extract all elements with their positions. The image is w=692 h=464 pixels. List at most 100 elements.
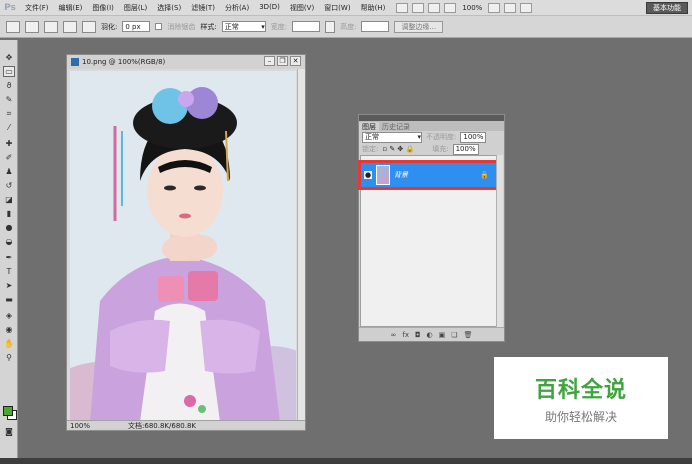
link-layers-icon[interactable]: ∞ — [391, 331, 397, 339]
new-layer-icon[interactable]: ❏ — [451, 331, 457, 339]
healing-brush-tool-icon[interactable]: ✚ — [3, 138, 15, 149]
hand-tool-icon[interactable]: ✋ — [3, 338, 15, 349]
menu-items: 文件(F) 编辑(E) 图像(I) 图层(L) 选择(S) 滤镜(T) 分析(A… — [20, 3, 390, 13]
3d-orbit-tool-icon[interactable]: ◉ — [3, 324, 15, 335]
antialias-checkbox[interactable] — [155, 23, 163, 30]
intersect-selection-icon[interactable] — [82, 20, 96, 33]
quick-select-tool-icon[interactable]: ✎ — [3, 94, 15, 105]
add-selection-icon[interactable] — [44, 20, 58, 33]
gradient-tool-icon[interactable]: ▮ — [3, 208, 15, 219]
layer-mask-icon[interactable]: ◘ — [415, 331, 421, 339]
toolbox: ✥ ▭ ϑ ✎ ⌗ ⁄ ✚ ✐ ♟ ↺ ◪ ▮ ● ◒ ✒ T ➤ ▬ ◈ ◉ … — [0, 40, 18, 460]
document-info[interactable]: 文档:680.8K/680.8K — [128, 421, 196, 431]
menu-3d[interactable]: 3D(D) — [254, 3, 285, 13]
options-bar: 羽化: 0 px 消除锯齿 样式: 正常 ▾ 宽度: 高度: 调整边缘... — [0, 16, 692, 38]
minibridge-button[interactable] — [412, 2, 425, 13]
view-extras-icon[interactable] — [488, 2, 501, 13]
bridge-button[interactable] — [396, 2, 409, 13]
feather-label: 羽化: — [101, 22, 118, 31]
eraser-tool-icon[interactable]: ◪ — [3, 194, 15, 205]
document-window: 10.png @ 100%(RGB/8) – ❐ ✕ 100% 文档:680.8… — [66, 54, 306, 431]
opacity-label: 不透明度: — [426, 133, 457, 141]
swap-dimensions-icon[interactable] — [325, 20, 336, 33]
new-selection-icon[interactable] — [25, 20, 39, 33]
foreground-color-swatch[interactable] — [3, 406, 13, 416]
chevron-down-icon: ▾ — [417, 133, 421, 141]
layers-panel-footer: ∞ fx ◘ ◐ ▣ ❏ 🗑 — [359, 327, 504, 341]
eyedropper-tool-icon[interactable]: ⁄ — [3, 122, 15, 133]
crop-tool-icon[interactable]: ⌗ — [3, 108, 15, 119]
move-tool-icon[interactable]: ✥ — [3, 52, 15, 63]
type-tool-icon[interactable]: T — [3, 266, 15, 277]
subtract-selection-icon[interactable] — [63, 20, 77, 33]
menu-edit[interactable]: 编辑(E) — [54, 3, 88, 13]
layers-list: ● 背景 🔒 — [358, 155, 503, 327]
new-group-icon[interactable]: ▣ — [439, 331, 446, 339]
app-logo: Ps — [4, 2, 16, 13]
tab-history[interactable]: 历史记录 — [379, 122, 413, 131]
rect-marquee-tool-icon[interactable]: ▭ — [3, 66, 15, 77]
blend-mode-select[interactable]: 正常 ▾ — [362, 131, 422, 143]
menu-image[interactable]: 图像(I) — [87, 3, 119, 13]
shape-tool-icon[interactable]: ▬ — [3, 294, 15, 305]
lock-icons[interactable]: ▫ ✎ ✥ 🔒 — [382, 145, 414, 153]
lock-label: 锁定: — [362, 145, 379, 153]
menu-layer[interactable]: 图层(L) — [119, 3, 152, 13]
marquee-tool-icon[interactable] — [6, 20, 20, 33]
menu-window[interactable]: 窗口(W) — [319, 3, 355, 13]
close-icon[interactable]: ✕ — [290, 56, 301, 66]
menu-filter[interactable]: 滤镜(T) — [186, 3, 220, 13]
fill-input[interactable]: 100% — [452, 143, 479, 155]
dodge-tool-icon[interactable]: ◒ — [3, 236, 15, 247]
workspace-button[interactable]: 基本功能 — [646, 2, 688, 14]
layers-panel: 图层 历史记录 正常 ▾ 不透明度: 100% 锁定: ▫ ✎ ✥ 🔒 填充: … — [358, 114, 505, 342]
hand-icon[interactable] — [428, 2, 441, 13]
app-zoom-level[interactable]: 100% — [460, 4, 484, 12]
arrange-documents-icon[interactable] — [504, 2, 517, 13]
menu-view[interactable]: 视图(V) — [285, 3, 319, 13]
lock-row: 锁定: ▫ ✎ ✥ 🔒 填充: 100% — [359, 143, 504, 155]
quick-mask-icon[interactable]: ◙ — [3, 426, 15, 437]
blur-tool-icon[interactable]: ● — [3, 222, 15, 233]
blend-mode-value: 正常 — [365, 133, 379, 141]
layer-style-icon[interactable]: fx — [402, 331, 409, 339]
document-window-controls: – ❐ ✕ — [264, 56, 301, 66]
restore-icon[interactable]: ❐ — [277, 56, 288, 66]
history-brush-tool-icon[interactable]: ↺ — [3, 180, 15, 191]
menu-help[interactable]: 帮助(H) — [356, 3, 391, 13]
zoom-tool-icon[interactable] — [444, 2, 457, 13]
menu-analysis[interactable]: 分析(A) — [220, 3, 254, 13]
antialias-label: 消除锯齿 — [167, 22, 196, 31]
lasso-tool-icon[interactable]: ϑ — [3, 80, 15, 91]
clone-stamp-tool-icon[interactable]: ♟ — [3, 166, 15, 177]
menu-file[interactable]: 文件(F) — [20, 3, 54, 13]
minimize-icon[interactable]: – — [264, 56, 275, 66]
adjustment-layer-icon[interactable]: ◐ — [427, 331, 433, 339]
path-select-tool-icon[interactable]: ➤ — [3, 280, 15, 291]
zoom-tool-icon[interactable]: ⚲ — [3, 352, 15, 363]
bottom-strip — [0, 458, 692, 464]
width-input[interactable] — [292, 21, 321, 32]
tab-layers[interactable]: 图层 — [359, 122, 379, 131]
pen-tool-icon[interactable]: ✒ — [3, 252, 15, 263]
screen-mode-icon[interactable] — [520, 2, 533, 13]
opacity-input[interactable]: 100% — [460, 131, 487, 143]
document-status-bar: 100% 文档:680.8K/680.8K — [67, 420, 305, 430]
layers-panel-tabs: 图层 历史记录 — [359, 121, 504, 131]
width-label: 宽度: — [270, 22, 288, 31]
height-input[interactable] — [361, 21, 390, 32]
delete-layer-icon[interactable]: 🗑 — [464, 331, 473, 339]
fill-label: 填充: — [432, 145, 449, 153]
layers-scrollbar[interactable] — [496, 155, 503, 327]
style-select[interactable]: 正常 ▾ — [221, 21, 266, 32]
document-scrollbar[interactable] — [297, 69, 305, 422]
watermark-title: 百科全说 — [534, 377, 627, 403]
image-canvas[interactable] — [70, 71, 296, 422]
menu-select[interactable]: 选择(S) — [152, 3, 186, 13]
document-zoom[interactable]: 100% — [70, 422, 90, 430]
brush-tool-icon[interactable]: ✐ — [3, 152, 15, 163]
feather-input[interactable]: 0 px — [122, 21, 151, 32]
style-label: 样式: — [200, 22, 217, 31]
3d-rotate-tool-icon[interactable]: ◈ — [3, 310, 15, 321]
refine-edge-button[interactable]: 调整边缘... — [394, 20, 444, 33]
